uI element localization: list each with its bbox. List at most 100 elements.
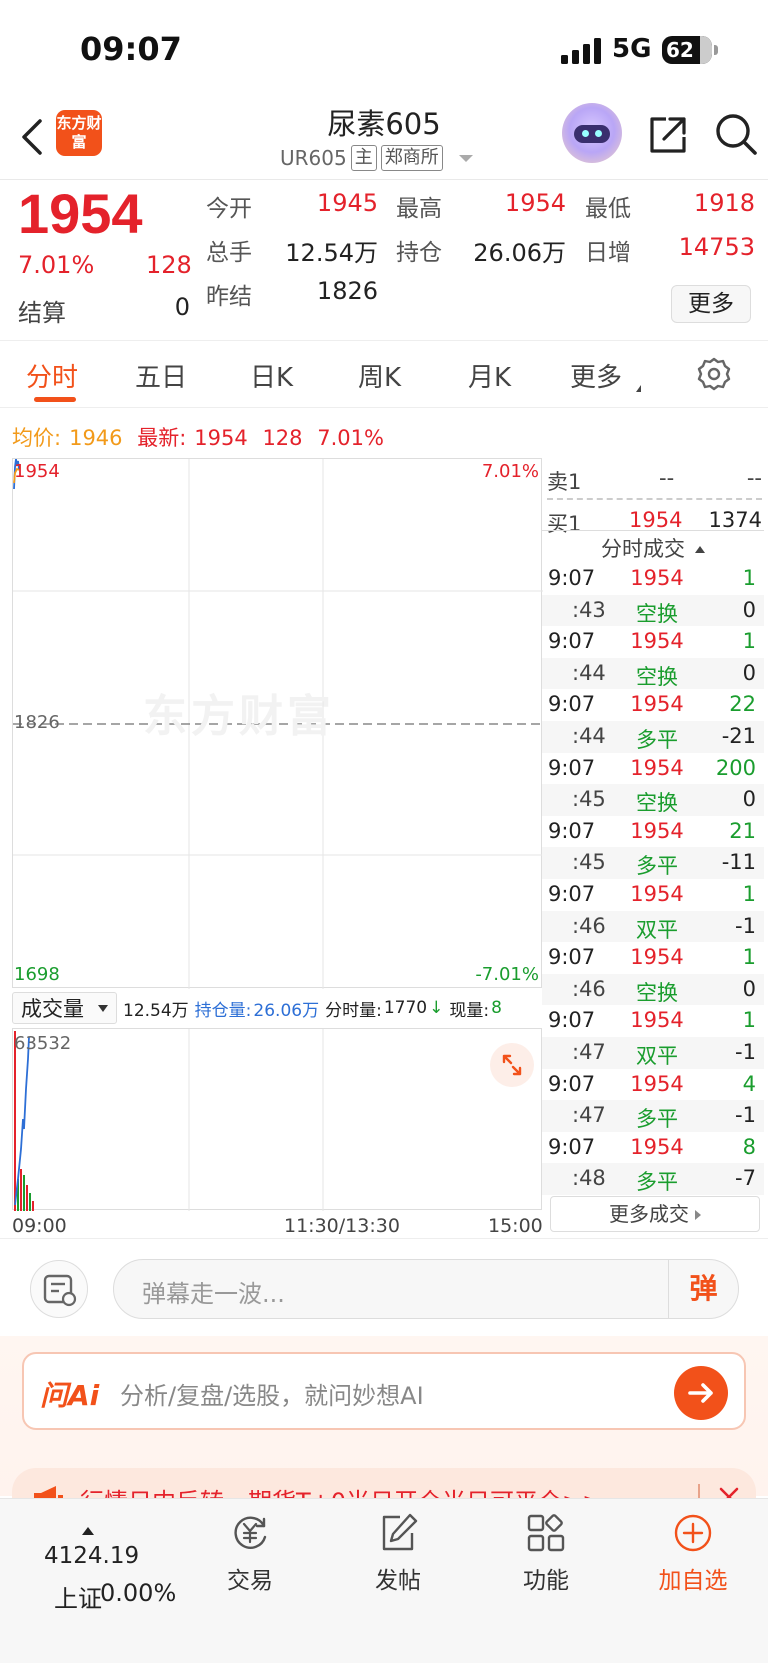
chevron-down-icon[interactable]	[458, 154, 473, 162]
more-ticks-label: 更多成交	[609, 1202, 689, 1226]
tick-row-time: 9:07 1954 8	[542, 1132, 764, 1164]
tab-intraday[interactable]: 分时	[26, 357, 78, 394]
tick-vol: 22	[729, 692, 756, 717]
expand-icon[interactable]	[490, 1043, 534, 1087]
low-value: 1918	[693, 189, 755, 217]
vol-oi-value: 26.06万	[253, 1000, 320, 1021]
tick-kind: 空换	[636, 664, 678, 689]
nav-trade-label: 交易	[227, 1568, 273, 1594]
prevsettle-label: 昨结	[206, 284, 252, 310]
tick-oi: -1	[735, 1103, 756, 1128]
volume-chart[interactable]: 63532	[12, 1028, 542, 1211]
nav-trade[interactable]: 交易	[200, 1511, 300, 1595]
tick-row-time: 9:07 1954 1	[542, 1005, 764, 1037]
avg-label: 均价:	[12, 426, 62, 450]
tick-vol: 200	[715, 755, 756, 780]
note-settings-button[interactable]	[30, 1260, 88, 1318]
tick-row-kind: :43 空换 0	[542, 594, 764, 627]
tick-time: 9:07	[548, 629, 596, 654]
ai-ask-input[interactable]: 问Ai 分析/复盘/选股，就问妙想AI	[22, 1352, 746, 1430]
more-ticks-button[interactable]: 更多成交	[550, 1196, 760, 1232]
tick-oi: 0	[742, 787, 756, 812]
tick-price: 1954	[630, 692, 684, 717]
tick-row-kind: :48 多平 -7	[542, 1163, 764, 1195]
header: 东方财富 尿素605 UR605 主 郑商所	[0, 95, 768, 180]
arrow-right-icon	[688, 1383, 713, 1403]
tick-price: 1954	[630, 1071, 684, 1096]
tick-oi: -7	[735, 1166, 756, 1191]
tick-sec: :48	[572, 1166, 606, 1191]
last-price: 1954	[18, 182, 143, 245]
danmu-input[interactable]: 弹幕走一波... 弹	[113, 1259, 739, 1319]
tick-price: 1954	[630, 629, 684, 654]
sell1-row: 卖1 -- --	[547, 458, 762, 498]
pct-axis-top: 7.01%	[481, 461, 539, 482]
tick-kind: 空换	[636, 601, 678, 626]
open-label: 今开	[206, 196, 252, 222]
price-axis-mid: 1826	[14, 712, 60, 733]
gear-icon[interactable]	[697, 357, 731, 391]
last-pct: 7.01%	[317, 426, 384, 450]
tick-price: 1954	[630, 881, 684, 906]
tab-weekly-k[interactable]: 周K	[358, 357, 401, 394]
open-value: 1945	[316, 189, 378, 217]
danmu-placeholder: 弹幕走一波...	[142, 1280, 285, 1308]
change-percent: 7.01%	[18, 251, 95, 279]
tick-kind: 双平	[636, 917, 678, 942]
period-vol-value: 1770	[383, 998, 428, 1018]
search-icon[interactable]	[713, 111, 759, 157]
sell1-label: 卖1	[547, 470, 582, 494]
tick-time: 9:07	[548, 818, 596, 843]
ai-brand: 问Ai	[40, 1379, 100, 1412]
more-quote-button[interactable]: 更多	[671, 285, 751, 323]
tick-sec: :44	[572, 723, 606, 748]
tick-kind: 多平	[636, 727, 678, 752]
nav-functions[interactable]: 功能	[496, 1511, 596, 1595]
tab-more[interactable]: 更多	[570, 357, 622, 394]
nav-post[interactable]: 发帖	[348, 1511, 448, 1595]
tick-row-kind: :44 多平 -21	[542, 720, 764, 753]
network-type: 5G	[612, 34, 652, 64]
tick-row-kind: :44 空换 0	[542, 657, 764, 690]
bottom-nav: 4124.19 上证 0.00% 交易 发帖 功能 加自选	[0, 1498, 768, 1663]
tick-list[interactable]: 9:07 1954 1 :43 空换 0 9:07 1954 1 :44 空换 0 9:07 19…	[542, 563, 764, 1195]
share-icon[interactable]	[646, 113, 690, 157]
tick-sec: :47	[572, 1039, 606, 1064]
indicator-select[interactable]: 成交量	[12, 992, 117, 1024]
active-tab-indicator	[34, 397, 76, 402]
tick-vol: 1	[742, 1008, 756, 1033]
tab-monthly-k[interactable]: 月K	[468, 357, 511, 394]
tick-row-kind: :47 双平 -1	[542, 1036, 764, 1069]
tick-row-kind: :46 空换 0	[542, 973, 764, 1006]
ai-assistant-avatar[interactable]	[562, 103, 622, 163]
tick-sec: :47	[572, 1103, 606, 1128]
main-contract-tag: 主	[350, 145, 377, 171]
exchange-tag: 郑商所	[380, 145, 443, 171]
oi-label: 持仓	[396, 240, 442, 266]
nav-add-watchlist[interactable]: 加自选	[643, 1511, 743, 1595]
volume-chart-canvas	[14, 1029, 324, 1211]
tick-vol: 4	[742, 1071, 756, 1096]
avg-value: 1946	[69, 426, 123, 450]
tick-oi: -1	[735, 1039, 756, 1064]
tick-sec: :45	[572, 787, 606, 812]
last-change: 128	[262, 426, 303, 450]
tick-row-time: 9:07 1954 200	[542, 753, 764, 785]
ai-submit-button[interactable]	[674, 1366, 728, 1420]
signal-icon	[561, 38, 601, 64]
tick-vol: 1	[742, 945, 756, 970]
ticks-header[interactable]: 分时成交	[542, 530, 764, 566]
period-tabs: 分时 五日 日K 周K 月K 更多	[0, 340, 768, 408]
danmu-send-button[interactable]: 弹	[668, 1260, 738, 1318]
tab-daily-k[interactable]: 日K	[250, 357, 293, 394]
change-value: 128	[146, 251, 192, 279]
tick-price: 1954	[630, 945, 684, 970]
prevsettle-value: 1826	[316, 277, 378, 305]
contract-subline[interactable]: UR605 主 郑商所	[280, 145, 473, 171]
note-gear-icon	[43, 1274, 77, 1307]
tab-five-day[interactable]: 五日	[135, 357, 187, 394]
tick-vol: 1	[742, 629, 756, 654]
high-label: 最高	[396, 196, 442, 222]
trade-icon	[234, 1516, 267, 1549]
tick-price: 1954	[630, 755, 684, 780]
